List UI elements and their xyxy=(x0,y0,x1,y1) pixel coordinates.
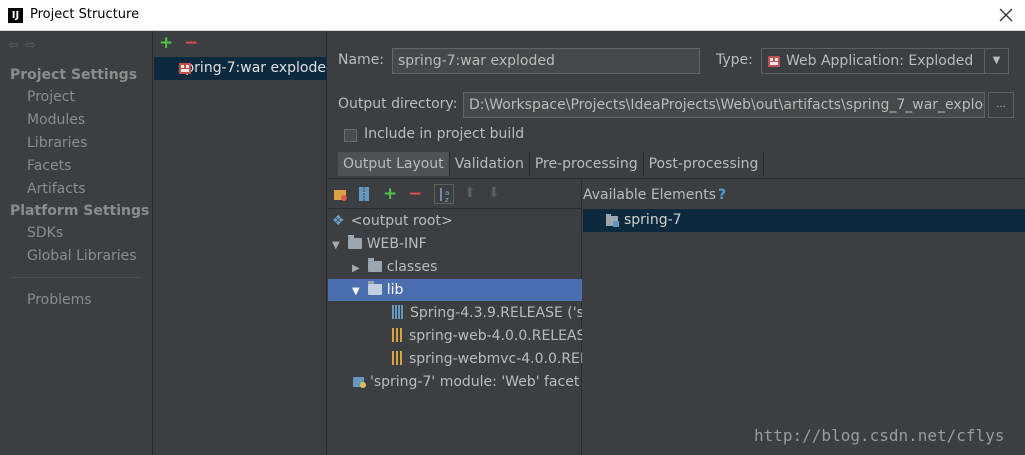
war-type-icon xyxy=(768,56,780,67)
window-titlebar: IJ Project Structure xyxy=(0,0,1025,31)
library-icon xyxy=(392,305,404,319)
type-dropdown[interactable]: Web Application: Exploded ▼ xyxy=(761,48,1009,74)
close-icon xyxy=(999,8,1013,22)
help-icon[interactable]: ? xyxy=(718,187,726,203)
sidebar-item-artifacts[interactable]: Artifacts xyxy=(27,181,86,197)
include-in-build-label: Include in project build xyxy=(364,126,525,142)
artifact-item-label: spring-7:war exploded xyxy=(178,60,327,76)
tree-row[interactable]: Spring-4.3.9.RELEASE ('spr xyxy=(328,302,582,324)
tree-row[interactable]: ▶ classes xyxy=(328,256,582,278)
add-element-button[interactable]: + xyxy=(383,186,397,203)
expanded-arrow-icon[interactable]: ▼ xyxy=(352,286,360,297)
sidebar-item-problems[interactable]: Problems xyxy=(27,292,92,308)
remove-artifact-button[interactable]: − xyxy=(184,35,198,52)
forward-arrow-icon[interactable]: ⇨ xyxy=(25,38,42,53)
output-directory-field[interactable]: D:\Workspace\Projects\IdeaProjects\Web\o… xyxy=(463,92,985,118)
module-folder-icon xyxy=(606,214,619,227)
tab-output-layout[interactable]: Output Layout xyxy=(338,152,450,176)
sidebar-item-facets[interactable]: Facets xyxy=(27,158,71,174)
available-element-item[interactable]: spring-7 xyxy=(583,209,1025,232)
section-project-settings: Project Settings xyxy=(10,67,138,83)
artifact-tabs: Output Layout Validation Pre-processing … xyxy=(338,152,765,176)
sidebar-item-libraries[interactable]: Libraries xyxy=(27,135,87,151)
sidebar-divider xyxy=(10,277,142,278)
sidebar-item-project[interactable]: Project xyxy=(27,89,75,105)
svg-text:z: z xyxy=(445,196,449,204)
sidebar-item-global-libraries[interactable]: Global Libraries xyxy=(27,248,137,264)
close-button[interactable] xyxy=(993,2,1019,28)
intellij-app-icon: IJ xyxy=(8,8,23,23)
tab-post-processing[interactable]: Post-processing xyxy=(644,152,765,176)
folder-icon xyxy=(367,281,382,295)
tab-pre-processing[interactable]: Pre-processing xyxy=(530,152,644,176)
create-directory-icon[interactable] xyxy=(333,187,348,202)
tree-row[interactable]: 'spring-7' module: 'Web' facet r xyxy=(328,371,582,393)
tree-row[interactable]: ▼ WEB-INF xyxy=(328,233,582,255)
available-element-label: spring-7 xyxy=(624,212,682,228)
name-field[interactable]: spring-7:war exploded xyxy=(392,48,700,74)
war-artifact-icon xyxy=(179,63,191,74)
type-value: Web Application: Exploded xyxy=(786,53,974,69)
settings-sidebar: ⇦⇨ Project Settings Project Modules Libr… xyxy=(0,31,153,455)
watermark-text: http://blog.csdn.net/cflys xyxy=(754,426,1005,445)
archive-icon[interactable] xyxy=(358,186,370,202)
artifact-detail-panel: Name: spring-7:war exploded Type: Web Ap… xyxy=(328,31,1025,455)
sort-icon[interactable]: az xyxy=(434,184,454,204)
chevron-down-icon[interactable]: ▼ xyxy=(984,49,1008,73)
window-title: Project Structure xyxy=(30,7,140,22)
output-root-icon: ❖ xyxy=(332,213,345,229)
output-layout-pane: + − az ⬆ ⬇ ❖ <output root> ▼ WEB-INF ▶ clas… xyxy=(328,179,582,455)
jar-icon xyxy=(392,351,402,365)
move-up-icon[interactable]: ⬆ xyxy=(464,185,476,201)
browse-button[interactable]: ... xyxy=(988,92,1014,118)
available-elements-pane: Available Elements ? spring-7 xyxy=(583,179,1025,455)
tree-row-selected[interactable]: ▼ lib xyxy=(328,279,582,301)
tree-row[interactable]: ❖ <output root> xyxy=(328,210,582,232)
add-artifact-button[interactable]: + xyxy=(159,35,173,52)
include-in-build-checkbox[interactable] xyxy=(344,129,357,142)
toolbar-divider xyxy=(328,208,581,209)
artifacts-list-pane: + − spring-7:war exploded xyxy=(154,31,327,455)
expanded-arrow-icon[interactable]: ▼ xyxy=(332,240,340,251)
folder-icon xyxy=(347,235,362,249)
tab-validation[interactable]: Validation xyxy=(450,152,530,176)
jar-icon xyxy=(392,328,402,342)
back-arrow-icon[interactable]: ⇦ xyxy=(8,38,25,53)
collapsed-arrow-icon[interactable]: ▶ xyxy=(352,263,360,274)
module-icon xyxy=(353,377,366,388)
folder-icon xyxy=(367,258,382,272)
sidebar-item-modules[interactable]: Modules xyxy=(27,112,85,128)
type-label: Type: xyxy=(716,52,753,68)
output-directory-label: Output directory: xyxy=(338,96,458,112)
nav-arrows: ⇦⇨ xyxy=(8,38,42,53)
sidebar-item-sdks[interactable]: SDKs xyxy=(27,225,63,241)
move-down-icon[interactable]: ⬇ xyxy=(488,185,500,201)
tree-row[interactable]: spring-web-4.0.0.RELEASE xyxy=(328,325,582,347)
tree-row[interactable]: spring-webmvc-4.0.0.RELE xyxy=(328,348,582,370)
section-platform-settings: Platform Settings xyxy=(10,203,150,219)
remove-element-button[interactable]: − xyxy=(408,186,422,203)
name-label: Name: xyxy=(338,52,385,68)
available-elements-title: Available Elements xyxy=(583,187,717,203)
